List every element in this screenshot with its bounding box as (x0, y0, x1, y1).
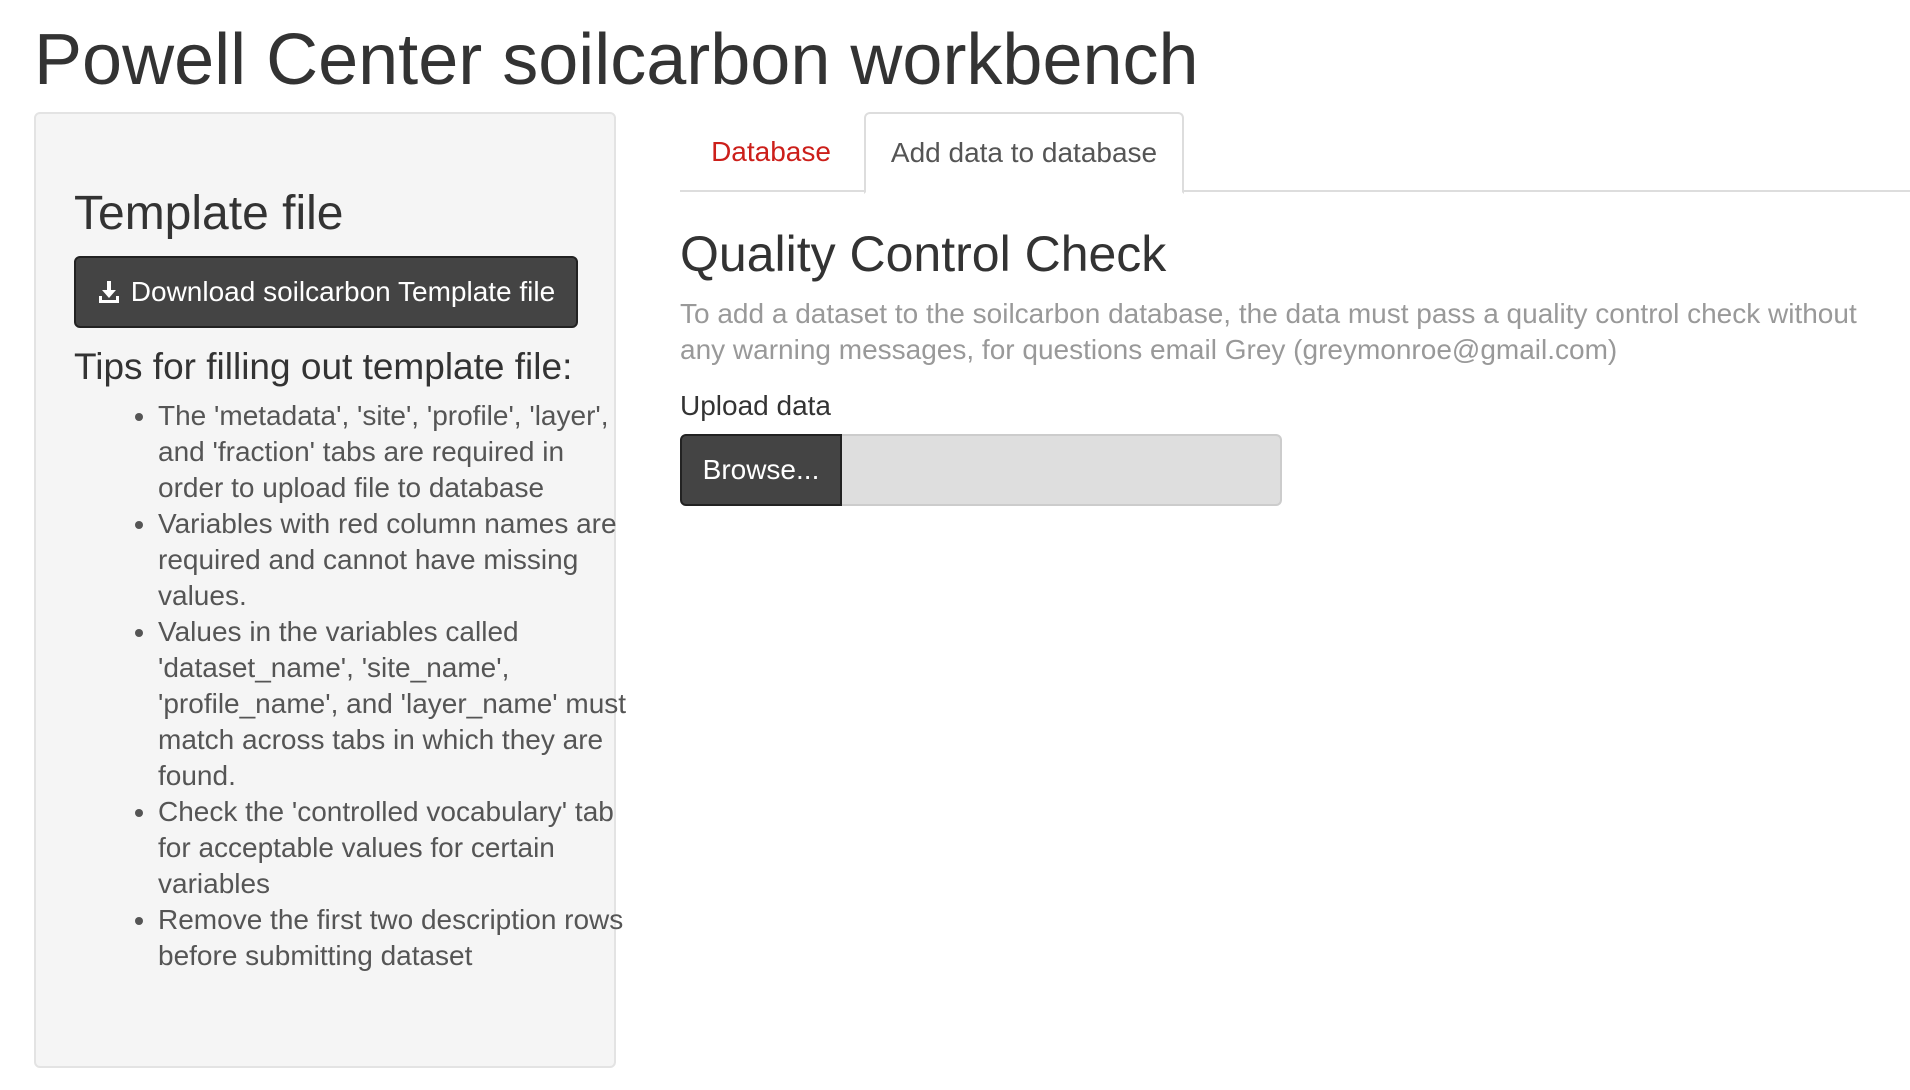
upload-data-label: Upload data (680, 390, 832, 421)
main-tabs: Database Add data to database (680, 112, 1910, 194)
app-title: Powell Center soilcarbon workbench (34, 20, 1199, 100)
download-template-button[interactable]: Download soilcarbon Template file (74, 256, 578, 328)
upload-file-input: Browse... (680, 434, 1282, 506)
tips-list: The 'metadata', 'site', 'profile', 'laye… (118, 398, 628, 974)
tip-item: The 'metadata', 'site', 'profile', 'laye… (158, 398, 628, 506)
download-icon (97, 280, 121, 304)
tip-item: Check the 'controlled vocabulary' tab fo… (158, 794, 628, 902)
tip-item: Values in the variables called 'dataset_… (158, 614, 628, 794)
quality-control-title: Quality Control Check (680, 226, 1167, 282)
selected-file-display[interactable] (842, 434, 1282, 506)
page: Powell Center soilcarbon workbench Templ… (0, 0, 1910, 1090)
quality-control-description: To add a dataset to the soilcarbon datab… (680, 298, 1857, 365)
browse-button[interactable]: Browse... (680, 434, 842, 506)
tab-add-data-to-database[interactable]: Add data to database (864, 112, 1184, 194)
template-file-heading: Template file (74, 187, 344, 240)
tab-database[interactable]: Database (680, 112, 862, 192)
tip-item: Variables with red column names are requ… (158, 506, 628, 614)
tip-item: Remove the first two description rows be… (158, 902, 628, 974)
download-template-button-label: Download soilcarbon Template file (130, 276, 556, 307)
sidebar-panel: Template file Download soilcarbon Templa… (34, 112, 626, 1068)
tips-heading: Tips for filling out template file: (74, 346, 573, 387)
